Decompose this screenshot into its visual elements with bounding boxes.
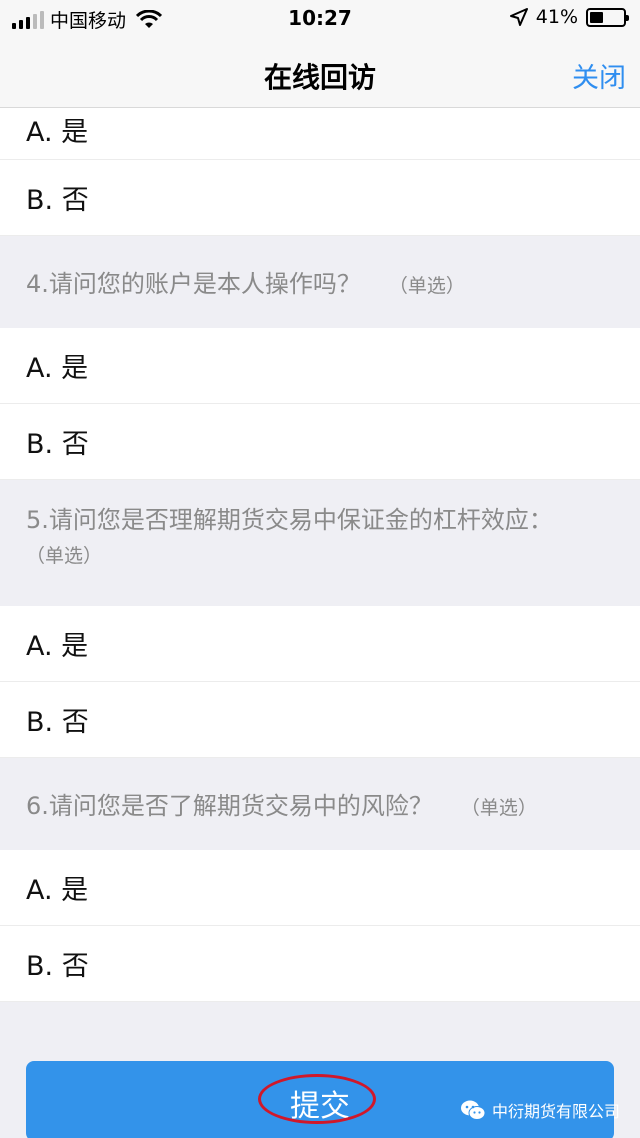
nav-bar: 在线回访 关闭	[0, 38, 640, 108]
question-5: 5.请问您是否理解期货交易中保证金的杠杆效应： （单选）	[0, 480, 640, 606]
question-type: （单选）	[460, 797, 537, 819]
annotation-circle	[258, 1074, 376, 1124]
question-4: 4.请问您的账户是本人操作吗？ （单选）	[0, 236, 640, 328]
question-text: 6.请问您是否了解期货交易中的风险？	[26, 792, 433, 820]
q6-option-b[interactable]: B. 否	[0, 926, 640, 1002]
question-type: （单选）	[388, 275, 465, 297]
survey-content[interactable]: A. 是 B. 否 4.请问您的账户是本人操作吗？ （单选） A. 是 B. 否 …	[0, 108, 640, 1138]
q4-option-b[interactable]: B. 否	[0, 404, 640, 480]
question-6: 6.请问您是否了解期货交易中的风险？ （单选）	[0, 758, 640, 850]
question-text: 4.请问您的账户是本人操作吗？	[26, 270, 361, 298]
status-right: 41%	[509, 6, 629, 28]
q5-option-b[interactable]: B. 否	[0, 682, 640, 758]
question-type: （单选）	[26, 545, 103, 567]
q3-option-b[interactable]: B. 否	[0, 160, 640, 236]
close-button[interactable]: 关闭	[572, 56, 626, 95]
q3-option-a[interactable]: A. 是	[0, 108, 640, 160]
location-arrow-icon	[509, 8, 528, 26]
q5-option-a[interactable]: A. 是	[0, 606, 640, 682]
battery-icon	[586, 7, 629, 27]
watermark-text: 中衍期货有限公司	[491, 1102, 620, 1121]
battery-percent: 41%	[535, 6, 578, 28]
page-title: 在线回访	[263, 61, 376, 94]
status-bar: 中国移动 10:27 41%	[0, 0, 640, 38]
question-text: 5.请问您是否理解期货交易中保证金的杠杆效应：	[26, 506, 553, 534]
wechat-icon	[460, 1100, 486, 1120]
q4-option-a[interactable]: A. 是	[0, 328, 640, 404]
watermark: 中衍期货有限公司	[460, 1098, 620, 1122]
battery-fill	[590, 11, 604, 23]
q6-option-a[interactable]: A. 是	[0, 850, 640, 926]
